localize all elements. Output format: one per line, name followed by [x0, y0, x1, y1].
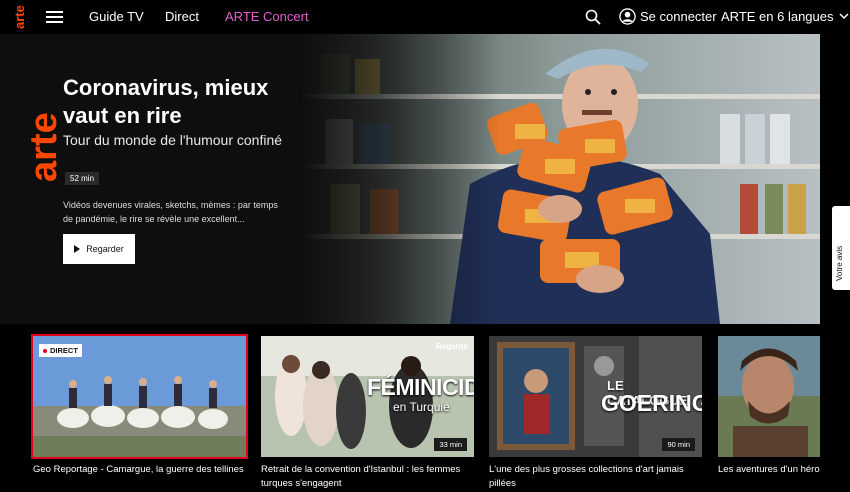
svg-text:arte: arte	[12, 5, 27, 29]
card-thumbnail: FÉMINICIDES en Turquie Regards 33 min	[261, 336, 474, 457]
search-icon[interactable]	[585, 9, 601, 25]
duration-badge: 33 min	[434, 438, 467, 451]
arte-logo-icon[interactable]: arte	[10, 3, 28, 31]
card-title[interactable]: L'une des plus grosses collections d'art…	[489, 463, 709, 491]
play-icon	[74, 245, 81, 253]
svg-text:arte: arte	[30, 112, 60, 182]
menu-icon[interactable]	[46, 11, 63, 23]
hero-banner[interactable]: arte Coronavirus, mieux vaut en rire Tou…	[0, 34, 820, 324]
card-title[interactable]: Retrait de la convention d'Istanbul : le…	[261, 463, 481, 491]
duration-badge: 52 min	[65, 172, 100, 185]
nav-guide-tv[interactable]: Guide TV	[89, 9, 144, 24]
chevron-down-icon	[838, 13, 849, 20]
card-thumbnail	[718, 336, 820, 457]
top-navigation: arte Guide TV Direct ARTE Concert Se con…	[0, 0, 850, 34]
card-overlay-subtitle: en Turquie	[393, 400, 450, 414]
feedback-tab[interactable]: Votre avis	[832, 206, 850, 290]
hero-subtitle: Tour du monde de l'humour confiné	[63, 132, 283, 148]
card-overlay-title: FÉMINICIDES	[367, 374, 474, 400]
program-label: Regards	[435, 342, 468, 351]
card-title[interactable]: Geo Reportage - Camargue, la guerre des …	[33, 463, 253, 477]
duration-badge: 90 min	[662, 438, 695, 451]
language-selector[interactable]: ARTE en 6 langues	[721, 9, 849, 24]
hero-title[interactable]: Coronavirus, mieux vaut en rire	[63, 74, 293, 130]
card-overlay-subtitle: GOERING	[601, 390, 702, 416]
login-button[interactable]: Se connecter	[619, 8, 717, 25]
watch-button[interactable]: Regarder	[63, 234, 135, 264]
adventure-image	[718, 336, 820, 457]
language-label: ARTE en 6 langues	[721, 9, 834, 24]
nav-arte-concert[interactable]: ARTE Concert	[225, 9, 309, 24]
feedback-label: Votre avis	[835, 245, 844, 281]
arte-logo-icon: arte	[30, 112, 60, 182]
card-thumbnail: DIRECT	[31, 334, 248, 459]
live-badge: DIRECT	[39, 344, 82, 357]
login-label: Se connecter	[640, 9, 717, 24]
user-icon	[619, 8, 636, 25]
nav-direct[interactable]: Direct	[165, 9, 199, 24]
live-dot-icon	[43, 348, 47, 353]
card-title[interactable]: Les aventures d'un héro	[718, 463, 820, 477]
hero-gradient	[300, 34, 500, 324]
hero-description: Vidéos devenues virales, sketchs, mèmes …	[63, 200, 278, 224]
card-thumbnail: LE CATALOGUE GOERING 90 min	[489, 336, 702, 457]
watch-label: Regarder	[86, 244, 124, 254]
